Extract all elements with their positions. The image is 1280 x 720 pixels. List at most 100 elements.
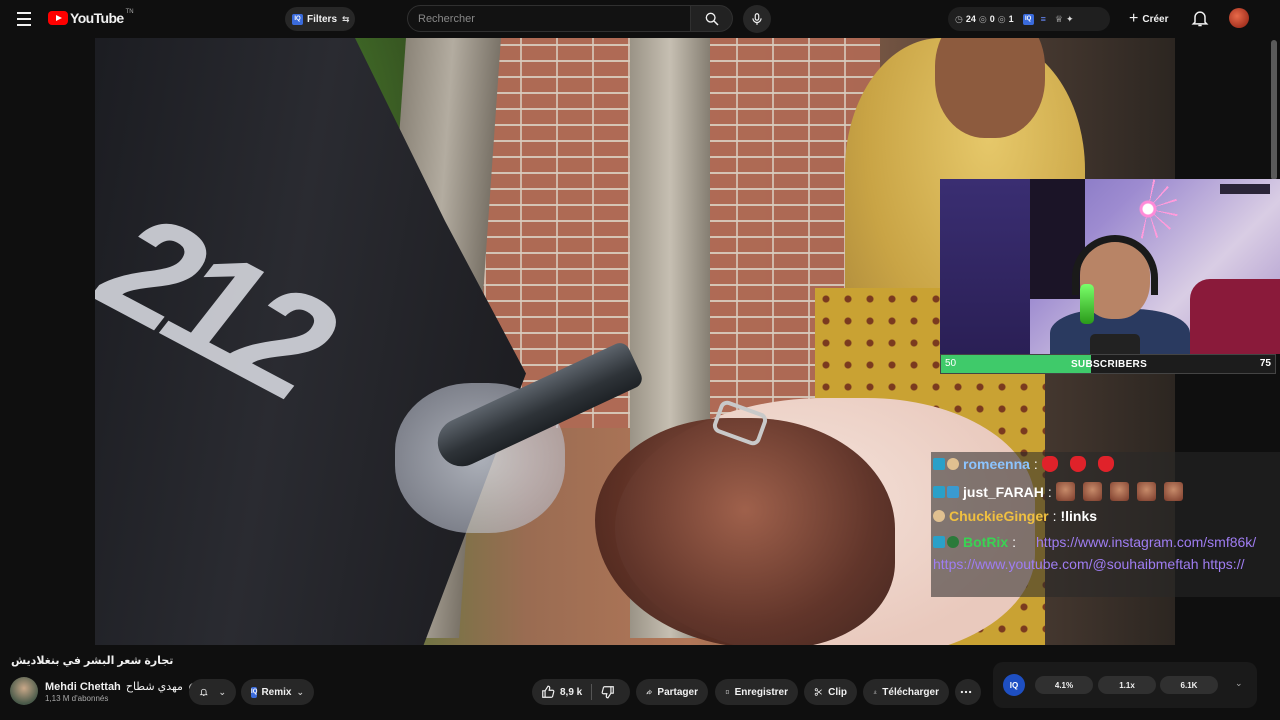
youtube-logo[interactable]: YouTube TN	[48, 9, 134, 26]
chevron-down-icon: ⌄	[296, 686, 304, 697]
create-label: Créer	[1142, 13, 1169, 25]
trophy-icon[interactable]: ♕	[1055, 14, 1063, 25]
bell-icon	[1191, 11, 1209, 27]
remix-label: Remix	[261, 686, 292, 698]
search-input[interactable]: Rechercher	[407, 5, 691, 32]
stat-value: 1	[1008, 14, 1014, 24]
more-actions-button[interactable]	[955, 679, 981, 705]
face-badge-icon	[947, 458, 959, 470]
chat-text: !links	[1060, 508, 1098, 524]
chat-username: BotRix	[963, 534, 1009, 550]
chevron-down-icon: ⌄	[218, 686, 226, 697]
check-badge-icon	[947, 536, 959, 548]
download-button[interactable]: Télécharger	[863, 679, 949, 705]
search-icon	[705, 12, 719, 26]
remix-button[interactable]: IQ Remix ⌄	[241, 679, 314, 705]
iq-icon[interactable]: IQ	[1003, 674, 1025, 696]
share-button[interactable]: Partager	[636, 679, 708, 705]
emote-icon	[1055, 482, 1075, 501]
logo-country-code: TN	[125, 9, 134, 15]
emote-icon	[1109, 482, 1129, 501]
emote-icon	[1163, 482, 1183, 501]
like-dislike-group: 8,9 k	[532, 679, 630, 705]
subscriber-goal-label: SUBSCRIBERS	[1070, 359, 1148, 370]
thumb-down-icon	[601, 686, 615, 699]
filters-label: Filters	[307, 13, 338, 25]
list-icon[interactable]: ≡	[1041, 14, 1046, 24]
notifications-button[interactable]	[1190, 8, 1212, 30]
like-button[interactable]: 8,9 k	[532, 679, 591, 705]
emote-icon	[1097, 456, 1114, 472]
youtube-play-icon	[48, 11, 68, 25]
logo-text: YouTube	[70, 10, 124, 26]
video-title: تجارة شعر البشر في بنغلاديش	[11, 655, 174, 667]
eye-icon: ◎	[997, 13, 1006, 24]
subscriber-goal-bar: 50 SUBSCRIBERS 75	[940, 354, 1276, 374]
chat-text[interactable]: https://www.instagram.com/smf86k/	[1036, 534, 1256, 550]
mic-icon	[752, 13, 762, 25]
eye-icon: ◎	[978, 13, 987, 24]
chevron-down-icon[interactable]: ⌄	[1235, 678, 1243, 689]
tune-icon: ⇆	[342, 13, 350, 24]
stat-value: 0	[989, 14, 995, 24]
top-bar: YouTube TN IQ Filters ⇆ Rechercher ◷ 24 …	[0, 0, 1280, 38]
account-avatar[interactable]	[1229, 8, 1249, 28]
iq-stat-multiplier[interactable]: 1.1x	[1098, 676, 1156, 694]
chat-message: BotRix: https://www.instagram.com/smf86k/	[933, 534, 1256, 550]
filters-button[interactable]: IQ Filters ⇆	[285, 7, 355, 31]
bookmark-icon	[725, 690, 729, 695]
menu-icon[interactable]	[12, 8, 36, 30]
clock-icon: ◷	[955, 13, 963, 24]
channel-name[interactable]: Mehdi Chettah مهدي شطاح	[45, 680, 199, 693]
chat-message: https://www.youtube.com/@souhaibmeftah h…	[933, 556, 1244, 572]
channel-avatar[interactable]	[10, 677, 38, 705]
stat-value: 24	[965, 14, 976, 24]
subscription-bell-button[interactable]: ⌄	[189, 679, 236, 705]
streamer-webcam	[940, 179, 1280, 354]
save-button[interactable]: Enregistrer	[715, 679, 798, 705]
iq-stats-panel: IQ 4.1% 1.1x 6.1K ⌄	[993, 662, 1257, 708]
iq-icon: IQ	[292, 13, 303, 25]
scissors-icon	[814, 688, 822, 696]
search-button[interactable]	[691, 5, 733, 32]
chat-text[interactable]: https://www.youtube.com/@souhaibmeftah h…	[933, 556, 1244, 572]
like-count: 8,9 k	[560, 686, 583, 698]
stream-chat-overlay: romeenna: just_FARAH: ChuckieGinger: !links…	[931, 452, 1280, 597]
chat-username: ChuckieGinger	[949, 508, 1049, 524]
bell-icon	[199, 688, 208, 696]
face-badge-icon	[933, 510, 945, 522]
prime-badge-icon	[933, 536, 945, 548]
chat-username: just_FARAH	[963, 483, 1044, 500]
subscriber-goal-target: 75	[1259, 358, 1271, 369]
iq-icon: IQ	[251, 686, 258, 698]
chat-message: romeenna:	[933, 456, 1126, 472]
star-lamp	[1118, 179, 1178, 239]
thumb-up-icon	[542, 685, 555, 698]
prime-badge-icon	[933, 485, 945, 498]
extension-stats[interactable]: ◷ 24 ◎ 0 ◎ 1 IQ ≡ ♕ ✦	[948, 7, 1110, 31]
sparkle-icon[interactable]: ✦	[1066, 14, 1074, 25]
emote-icon	[1082, 482, 1102, 501]
page-scrollbar[interactable]	[1271, 40, 1277, 180]
more-horizontal-icon	[960, 690, 971, 694]
emote-icon	[1136, 482, 1156, 501]
download-icon	[873, 690, 877, 694]
download-label: Télécharger	[882, 686, 939, 698]
subscriber-count: 1,13 M d'abonnés	[45, 694, 109, 703]
dislike-button[interactable]	[592, 679, 629, 705]
mod-badge-icon	[947, 485, 959, 498]
emote-icon	[1041, 456, 1058, 472]
emote-icon	[1069, 456, 1086, 472]
iq-stat-views[interactable]: 6.1K	[1160, 676, 1218, 694]
channel-name-arabic: مهدي شطاح	[125, 681, 183, 693]
voice-search-button[interactable]	[743, 5, 771, 33]
iq-stat-engagement[interactable]: 4.1%	[1035, 676, 1093, 694]
chat-username: romeenna	[963, 456, 1030, 472]
prime-badge-icon	[933, 458, 945, 470]
iq-icon[interactable]: IQ	[1022, 13, 1034, 25]
share-icon	[646, 689, 652, 695]
channel-name-latin: Mehdi Chettah	[45, 681, 121, 693]
create-button[interactable]: + Créer	[1125, 7, 1178, 31]
clip-button[interactable]: Clip	[804, 679, 857, 705]
plus-icon: +	[1129, 10, 1139, 27]
